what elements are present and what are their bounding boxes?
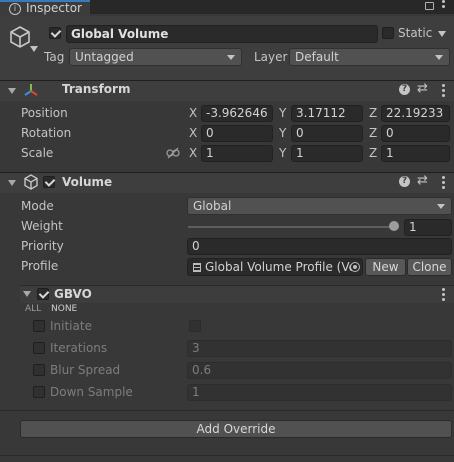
rotation-x-label[interactable]: X (189, 126, 197, 141)
priority-field[interactable]: 0 (187, 238, 452, 255)
layer-label: Layer (254, 50, 288, 64)
tag-dropdown[interactable]: Untagged (69, 48, 242, 66)
presets-icon[interactable]: ⇄ (417, 81, 428, 96)
iterations-override-checkbox[interactable] (33, 342, 45, 354)
scale-y-field[interactable]: 1 (291, 145, 363, 162)
bottom-divider (0, 455, 454, 456)
volume-enabled-checkbox[interactable] (43, 176, 55, 188)
add-override-button[interactable]: Add Override (20, 420, 452, 438)
weight-slider-track[interactable] (188, 226, 398, 228)
initiate-value-checkbox (189, 320, 201, 332)
blur-spread-override-checkbox[interactable] (33, 364, 45, 376)
section-divider (0, 410, 454, 411)
constrain-proportions-icon[interactable] (166, 147, 180, 159)
gameobject-cube-icon[interactable] (8, 25, 32, 49)
initiate-override-checkbox[interactable] (33, 320, 45, 332)
scale-z-field[interactable]: 1 (381, 145, 450, 162)
weight-slider-handle[interactable] (389, 221, 399, 231)
mode-value: Global (193, 199, 232, 213)
static-checkbox[interactable] (382, 27, 394, 39)
down-sample-override-checkbox[interactable] (33, 386, 45, 398)
scale-z-label[interactable]: Z (369, 146, 377, 161)
position-y-field[interactable]: 3.17112 (291, 105, 363, 122)
layer-value: Default (295, 50, 339, 64)
position-x-label[interactable]: X (189, 106, 197, 121)
all-toggle[interactable]: ALL (25, 304, 41, 314)
help-icon[interactable]: ? (399, 176, 410, 187)
static-label: Static (398, 26, 433, 40)
blur-spread-label: Blur Spread (50, 363, 121, 377)
chevron-down-icon (227, 55, 235, 60)
gbvo-menu-icon[interactable] (442, 288, 445, 303)
object-picker-icon[interactable] (350, 262, 360, 272)
scale-x-label[interactable]: X (189, 146, 197, 161)
layer-dropdown[interactable]: Default (289, 48, 450, 66)
rotation-y-label[interactable]: Y (279, 126, 286, 141)
position-z-label[interactable]: Z (369, 106, 377, 121)
scale-y-label[interactable]: Y (279, 146, 286, 161)
rotation-y-field[interactable]: 0 (291, 125, 363, 142)
presets-icon[interactable]: ⇄ (417, 173, 428, 188)
profile-label: Profile (21, 259, 59, 273)
profile-asset-icon (193, 263, 201, 272)
chevron-down-icon (437, 204, 445, 209)
chevron-down-icon (435, 55, 443, 60)
transform-title: Transform (62, 82, 131, 96)
volume-title: Volume (62, 175, 113, 189)
priority-label: Priority (21, 239, 64, 253)
gameobject-active-checkbox[interactable] (49, 27, 61, 39)
gameobject-name-field[interactable]: Global Volume (66, 25, 378, 43)
mode-label: Mode (21, 199, 54, 213)
volume-menu-icon[interactable] (442, 176, 445, 191)
static-dropdown-arrow-icon[interactable] (438, 31, 446, 37)
rotation-x-field[interactable]: 0 (201, 125, 273, 142)
tab-title: Inspector (26, 1, 82, 15)
icon-dropdown-arrow-icon[interactable] (30, 46, 38, 52)
rotation-z-label[interactable]: Z (369, 126, 377, 141)
weight-field[interactable]: 1 (404, 219, 452, 236)
inspector-tab[interactable]: i Inspector (0, 0, 90, 16)
volume-cube-icon (24, 174, 38, 190)
tag-value: Untagged (75, 50, 134, 64)
scale-x-field[interactable]: 1 (201, 145, 273, 162)
position-label: Position (21, 106, 68, 120)
info-icon: i (9, 3, 21, 15)
mode-dropdown[interactable]: Global (187, 197, 452, 215)
initiate-label: Initiate (50, 319, 92, 333)
position-z-field[interactable]: 22.19233 (381, 105, 450, 122)
iterations-label: Iterations (50, 341, 108, 355)
lock-icon[interactable] (425, 2, 434, 10)
iterations-field: 3 (187, 340, 452, 357)
transform-menu-icon[interactable] (442, 84, 445, 99)
down-sample-field: 1 (187, 384, 452, 401)
help-icon[interactable]: ? (399, 84, 410, 95)
profile-value: Global Volume Profile (Vo (205, 260, 356, 274)
scale-label: Scale (21, 146, 54, 160)
transform-foldout-icon[interactable] (8, 88, 16, 94)
tag-label: Tag (44, 50, 65, 64)
down-sample-label: Down Sample (50, 385, 133, 399)
blur-spread-field: 0.6 (187, 362, 452, 379)
none-toggle[interactable]: NONE (51, 304, 77, 314)
gbvo-foldout-icon[interactable] (23, 291, 31, 297)
rotation-z-field[interactable]: 0 (381, 125, 450, 142)
window-menu-icon[interactable] (442, 0, 445, 10)
gbvo-title: GBVO (54, 287, 92, 301)
transform-axes-icon (24, 84, 38, 96)
gbvo-enabled-checkbox[interactable] (37, 288, 49, 300)
new-profile-button[interactable]: New (365, 258, 406, 276)
rotation-label: Rotation (21, 126, 72, 140)
position-y-label[interactable]: Y (279, 106, 286, 121)
volume-foldout-icon[interactable] (8, 180, 16, 186)
position-x-field[interactable]: -3.962646 (201, 105, 273, 122)
weight-label: Weight (21, 219, 63, 233)
clone-profile-button[interactable]: Clone (407, 258, 452, 276)
profile-object-field[interactable]: Global Volume Profile (Vo (187, 258, 363, 276)
